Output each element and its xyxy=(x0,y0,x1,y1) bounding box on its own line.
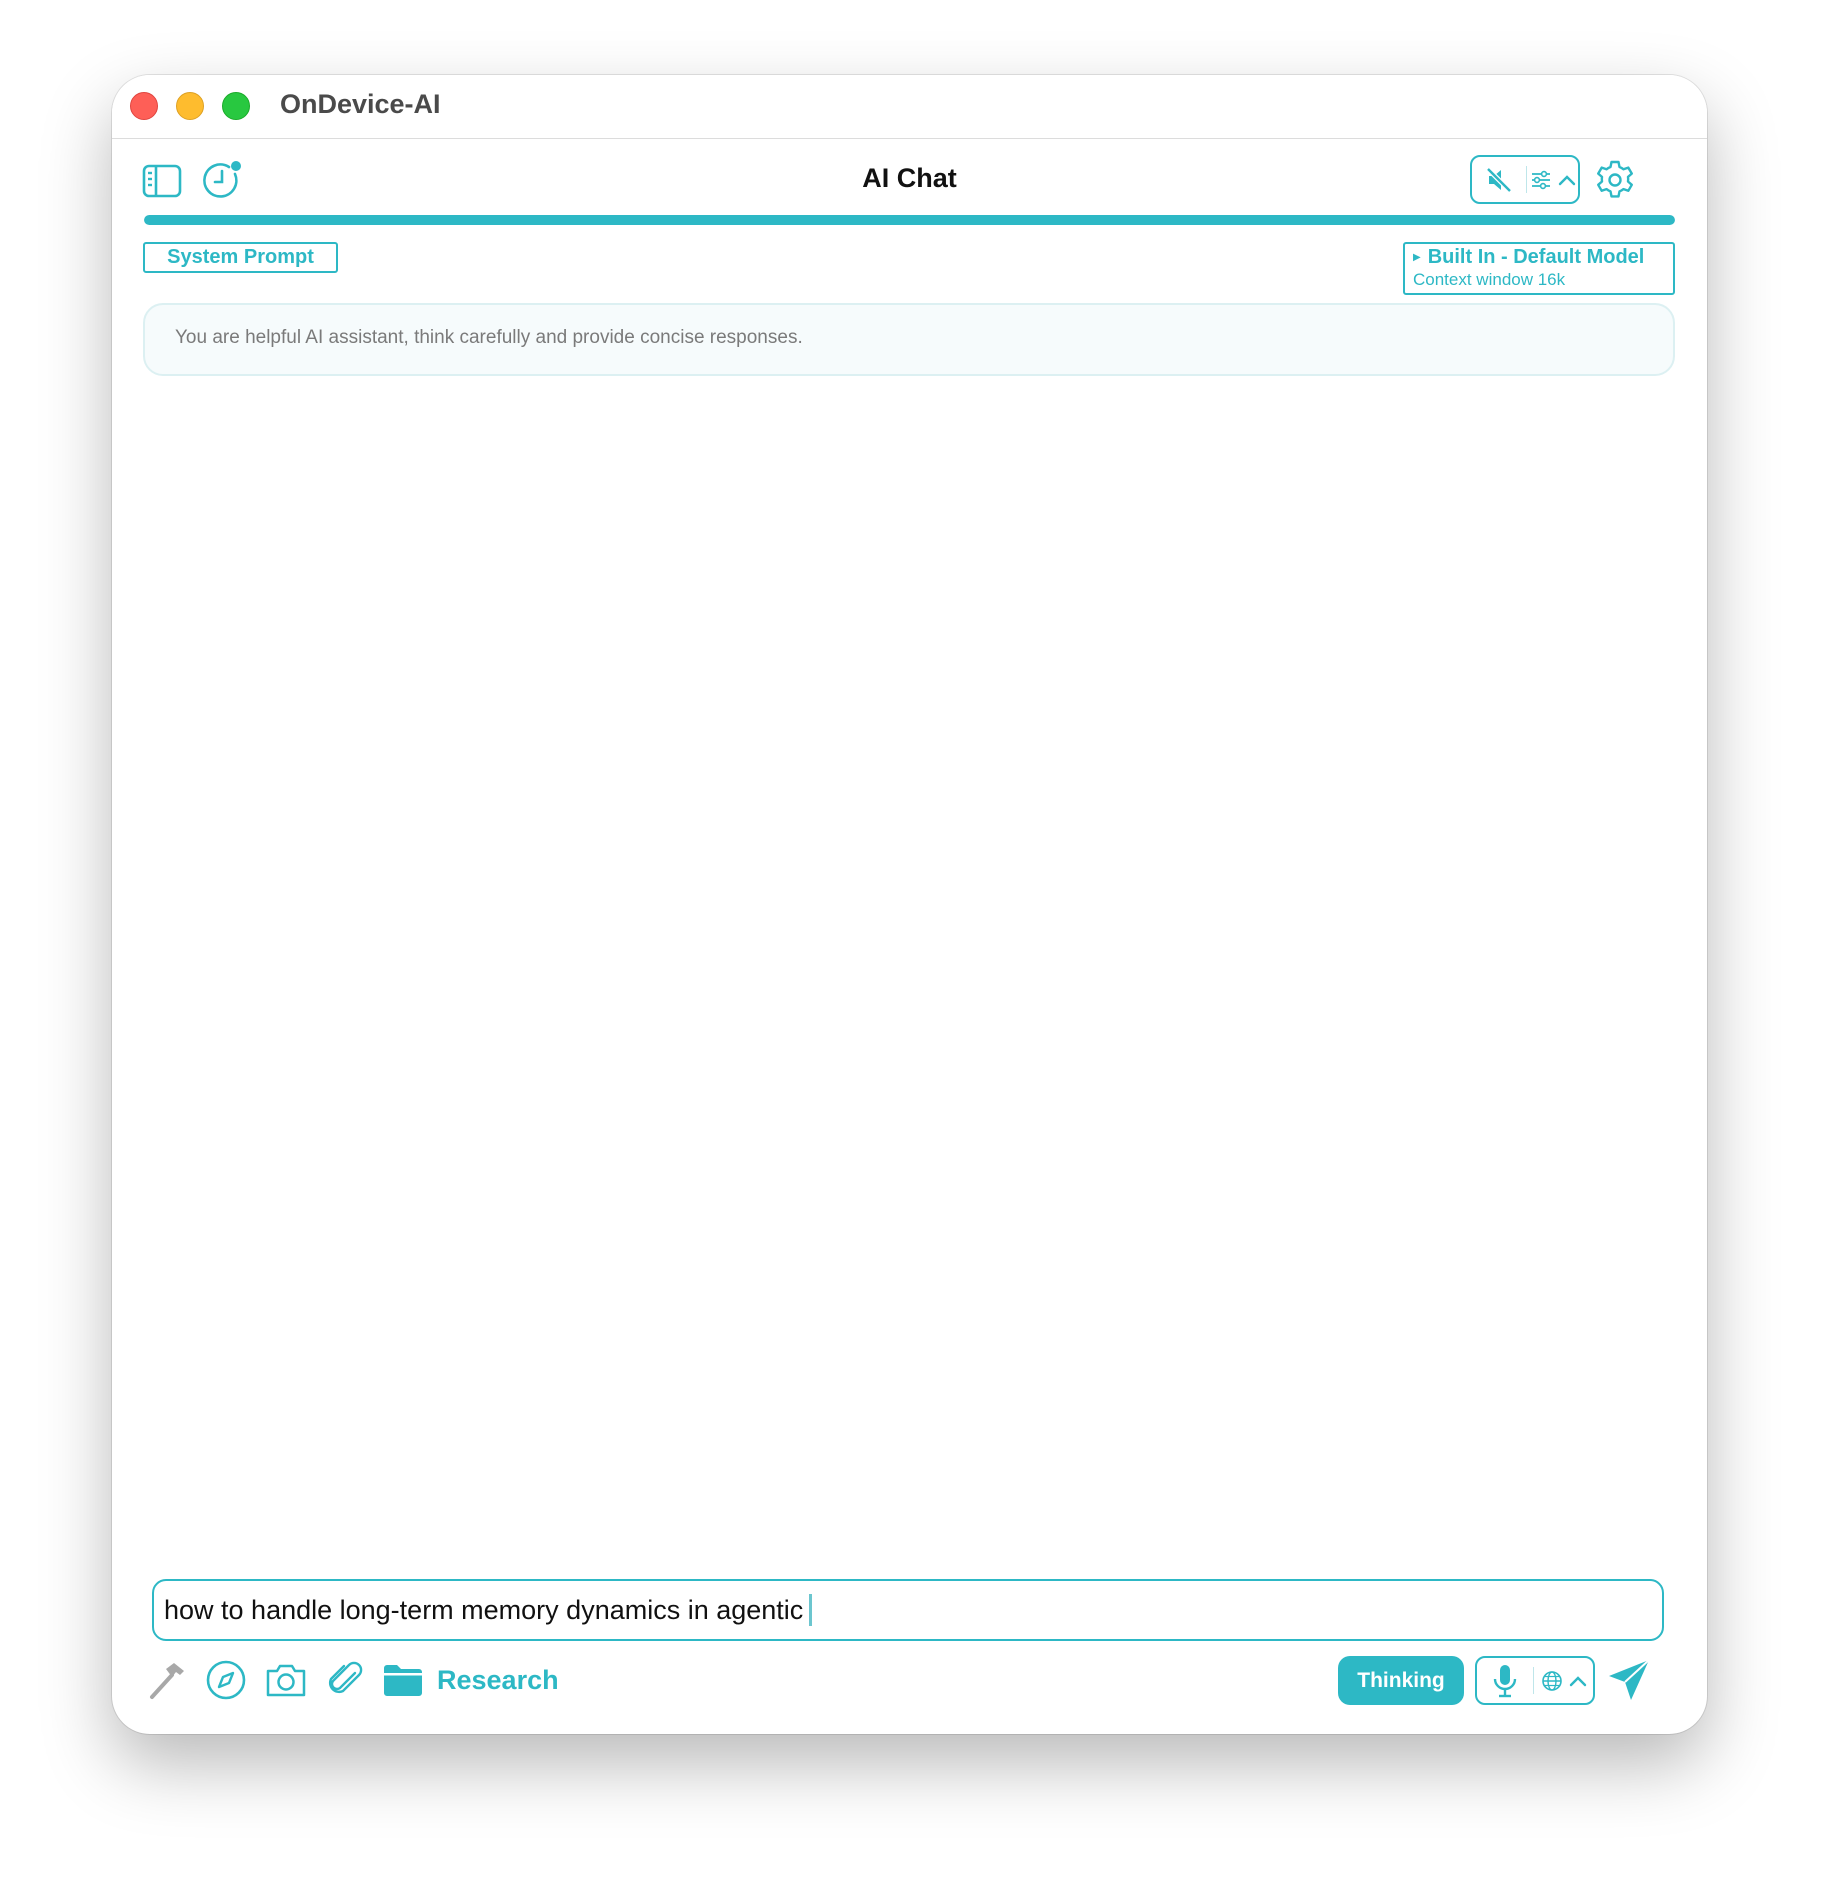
context-progress-bar xyxy=(144,215,1675,225)
folder-icon xyxy=(384,1665,422,1696)
gear-icon xyxy=(1597,160,1633,198)
message-input-value: how to handle long-term memory dynamics … xyxy=(164,1594,804,1625)
voice-input-group xyxy=(1475,1656,1595,1705)
paperclip-icon xyxy=(328,1661,363,1694)
send-button[interactable] xyxy=(1604,1655,1654,1705)
model-selector-button[interactable]: ▶ Built In - Default Model Context windo… xyxy=(1403,242,1675,295)
system-prompt-button[interactable]: System Prompt xyxy=(143,242,338,273)
context-progress-fill xyxy=(144,215,1675,225)
research-button[interactable]: Research xyxy=(437,1665,559,1696)
attach-button[interactable] xyxy=(323,1657,369,1703)
page-title: AI Chat xyxy=(862,163,957,193)
microphone-icon xyxy=(1493,1664,1517,1697)
chevron-up-icon xyxy=(1558,174,1575,185)
minimize-window-button[interactable] xyxy=(176,92,204,120)
audio-settings-group xyxy=(1470,155,1580,204)
message-input[interactable]: how to handle long-term memory dynamics … xyxy=(152,1579,1664,1641)
audio-options-button[interactable] xyxy=(1527,157,1578,202)
model-name: Built In - Default Model xyxy=(1427,246,1645,268)
folder-button[interactable] xyxy=(380,1657,426,1703)
camera-icon xyxy=(266,1664,306,1697)
app-window: OnDevice-AI AI Chat System Prompt ▶ Buil… xyxy=(112,75,1707,1734)
globe-icon xyxy=(1541,1670,1562,1691)
sliders-icon xyxy=(1531,170,1550,189)
browse-button[interactable] xyxy=(203,1657,249,1703)
model-name-row: ▶ Built In - Default Model xyxy=(1413,246,1665,269)
app-title: OnDevice-AI xyxy=(280,89,441,119)
text-caret xyxy=(809,1594,813,1626)
model-context-window: Context window 16k xyxy=(1413,270,1566,289)
title-bar: OnDevice-AI xyxy=(112,75,1707,139)
disclosure-triangle-icon: ▶ xyxy=(1413,252,1421,263)
close-window-button[interactable] xyxy=(130,92,158,120)
thinking-toggle[interactable]: Thinking xyxy=(1338,1656,1464,1705)
microphone-button[interactable] xyxy=(1477,1658,1533,1703)
tools-button[interactable] xyxy=(144,1657,190,1703)
chevron-up-icon xyxy=(1569,1675,1586,1686)
language-options-button[interactable] xyxy=(1534,1658,1593,1703)
hammer-icon xyxy=(150,1663,184,1699)
system-prompt-text[interactable]: You are helpful AI assistant, think care… xyxy=(143,303,1675,376)
paper-plane-icon xyxy=(1609,1659,1650,1700)
camera-button[interactable] xyxy=(262,1657,310,1703)
settings-button[interactable] xyxy=(1592,157,1638,203)
zoom-window-button[interactable] xyxy=(222,92,250,120)
speaker-muted-icon xyxy=(1486,166,1512,193)
compass-icon xyxy=(206,1660,246,1700)
mute-button[interactable] xyxy=(1472,157,1526,202)
